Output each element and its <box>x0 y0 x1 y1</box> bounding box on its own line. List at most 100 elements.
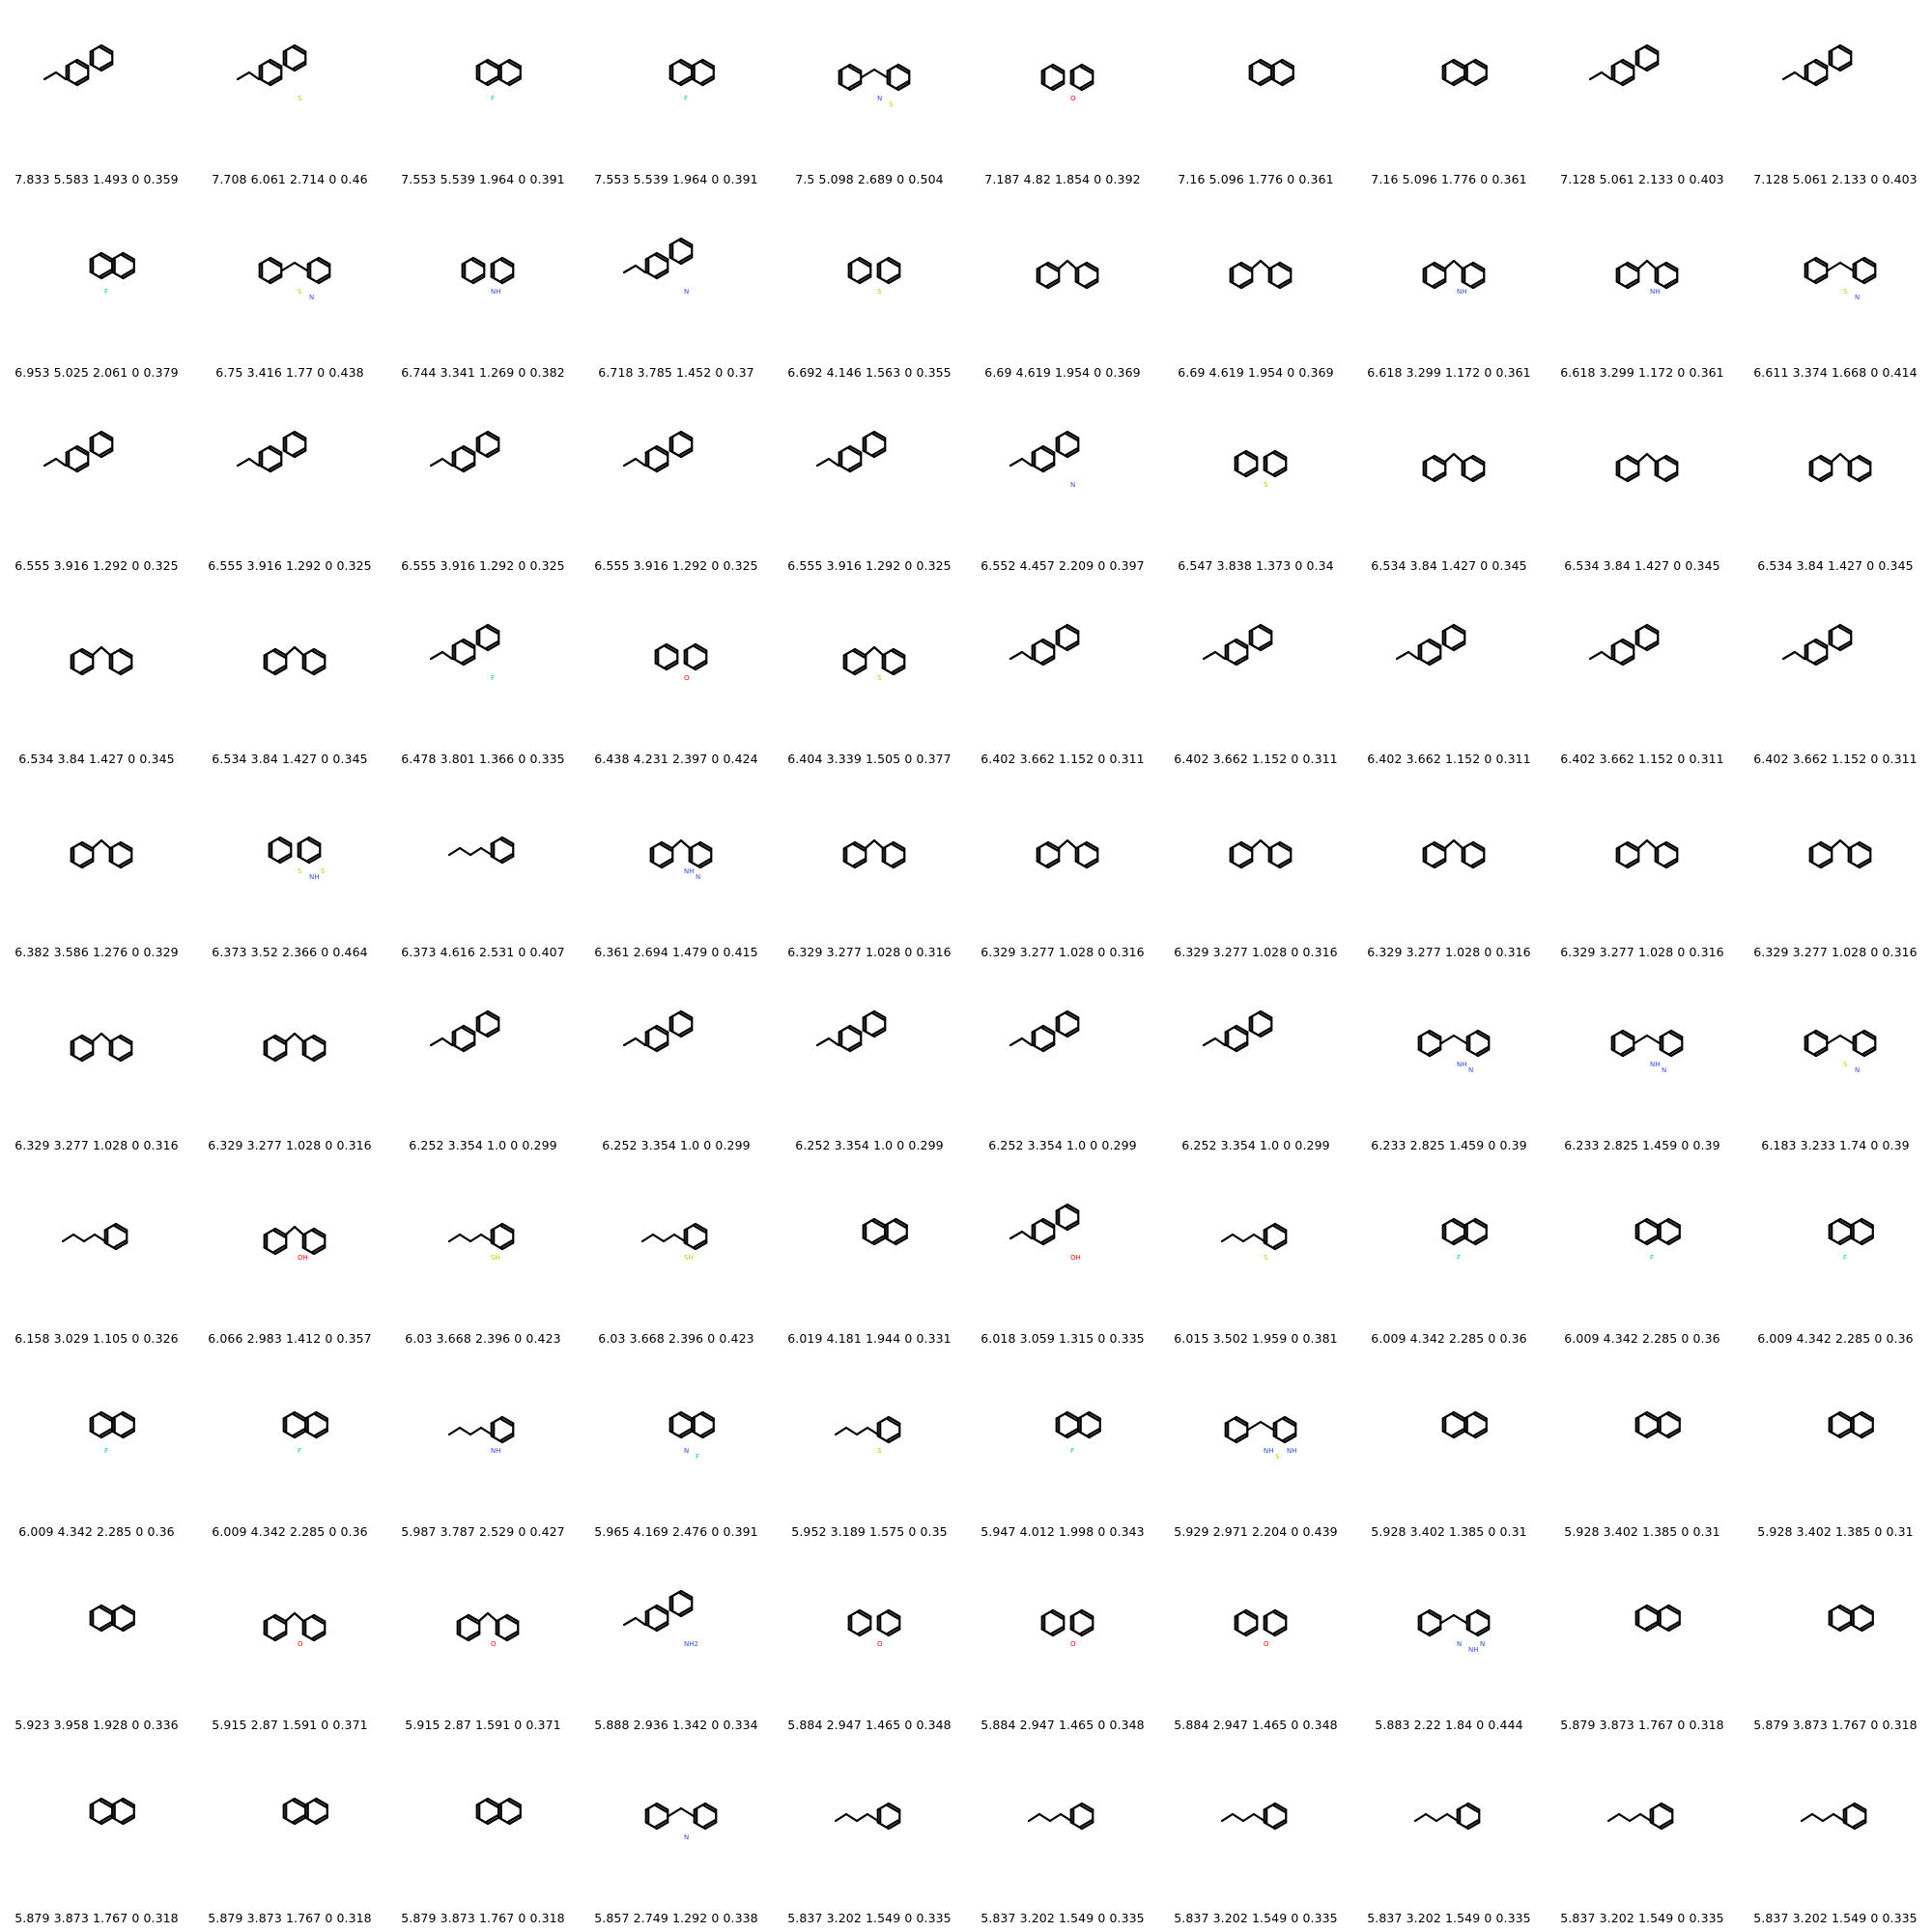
molecule-caption: 6.618 3.299 1.172 0 0.361 <box>1560 365 1724 380</box>
molecule-caption: 5.947 4.012 1.998 0 0.343 <box>980 1524 1145 1539</box>
molecule-caption: 6.009 4.342 2.285 0 0.36 <box>1564 1331 1720 1346</box>
molecule-cell: 6.402 3.662 1.152 0 0.311 <box>1352 580 1546 773</box>
molecule-caption: 6.252 3.354 1.0 0 0.299 <box>1181 1138 1330 1152</box>
diarylmethane-molecule-icon <box>1036 259 1099 290</box>
ethyl-diphenylmethane-molecule-icon <box>70 645 133 676</box>
molecule-caption: 6.534 3.84 1.427 0 0.345 <box>18 752 175 766</box>
molecule-cell: 6.252 3.354 1.0 0 0.299 <box>386 966 580 1159</box>
propenyl-naphthalene-molecule-icon <box>282 1797 328 1826</box>
molecule-cell: SH 6.03 3.668 2.396 0 0.423 <box>386 1159 580 1352</box>
atom-label: N <box>309 294 314 301</box>
atom-label: N <box>1457 1640 1462 1648</box>
molecule-cell: 5.879 3.873 1.767 0 0.318 <box>1546 1546 1739 1739</box>
thiol-chain-benzene-molecule-icon: SH <box>447 1222 515 1262</box>
molecule-caption: 6.718 3.785 1.452 0 0.37 <box>598 365 754 380</box>
atom-label: S <box>321 867 326 875</box>
thioether-pyridine-molecule-icon: SN <box>258 256 331 301</box>
diphenylmethane-molecule-icon <box>263 1032 327 1063</box>
molecule-caption: 5.837 3.202 1.549 0 0.335 <box>1560 1911 1724 1925</box>
molecule-caption: 5.929 2.971 2.204 0 0.439 <box>1174 1524 1338 1539</box>
molecule-caption: 6.019 4.181 1.944 0 0.331 <box>787 1331 952 1346</box>
anilinopyridine-molecule-icon: NHN <box>1610 1029 1684 1074</box>
atom-label: N <box>684 1833 689 1841</box>
molecule-caption: 6.329 3.277 1.028 0 0.316 <box>787 945 952 959</box>
molecule-caption: 5.837 3.202 1.549 0 0.335 <box>980 1911 1145 1925</box>
atom-label: F <box>1457 1254 1461 1262</box>
atom-label: F <box>696 1453 699 1461</box>
molecule-cell: S NH S 6.373 3.52 2.366 0 0.464 <box>193 773 386 966</box>
molecule-cell: 6.252 3.354 1.0 0 0.299 <box>773 966 966 1159</box>
atom-label: N <box>1468 1066 1473 1074</box>
molecule-caption: 6.252 3.354 1.0 0 0.299 <box>602 1138 751 1152</box>
molecule-cell: F 7.553 5.539 1.964 0 0.391 <box>386 0 580 193</box>
molecule-caption: 5.915 2.87 1.591 0 0.371 <box>212 1718 368 1732</box>
diaryl-ether-molecule-icon: O <box>1040 63 1094 102</box>
molecule-caption: 7.5 5.098 2.689 0 0.504 <box>795 172 944 186</box>
molecule-cell: 7.833 5.583 1.493 0 0.359 <box>0 0 193 193</box>
molecule-caption: 6.03 3.668 2.396 0 0.423 <box>598 1331 754 1346</box>
atom-label: S <box>1843 1061 1848 1068</box>
molecule-cell: N F 5.965 4.169 2.476 0 0.391 <box>580 1352 773 1546</box>
molecule-caption: 5.879 3.873 1.767 0 0.318 <box>208 1911 372 1925</box>
atom-label: SH <box>684 1254 694 1262</box>
molecule-caption: 6.555 3.916 1.292 0 0.325 <box>787 558 952 573</box>
ethylbiphenyl-molecule-icon <box>815 430 887 473</box>
molecule-caption: 7.187 4.82 1.854 0 0.392 <box>984 172 1141 186</box>
hydroxybiphenyl-molecule-icon: OH <box>1009 1203 1081 1262</box>
propenyl-fluoromethylnaphthalene-molecule-icon: F <box>282 1410 328 1455</box>
molecule-cell: 6.329 3.277 1.028 0 0.316 <box>966 773 1159 966</box>
molecule-caption: 6.252 3.354 1.0 0 0.299 <box>795 1138 944 1152</box>
atom-label: NH <box>1650 288 1661 296</box>
molecule-caption: 6.402 3.662 1.152 0 0.311 <box>1560 752 1724 766</box>
propenyl-fluoromethylnaphthalene-molecule-icon: F <box>89 1410 135 1455</box>
molecule-cell: N S 7.5 5.098 2.689 0 0.504 <box>773 0 966 193</box>
molecule-caption: 6.158 3.029 1.105 0 0.326 <box>14 1331 179 1346</box>
diphenylmethane-molecule-icon <box>1808 838 1872 869</box>
atom-label: NH <box>684 867 695 875</box>
diaryl-sulfide-molecule-icon: S <box>847 256 901 296</box>
atom-label: N <box>1662 1066 1666 1074</box>
molecule-cell: 6.555 3.916 1.292 0 0.325 <box>580 386 773 580</box>
molecule-caption: 6.75 3.416 1.77 0 0.438 <box>215 365 364 380</box>
phenylthiopyridine-molecule-icon: SN <box>1804 1029 1877 1074</box>
molecule-caption: 6.552 4.457 2.209 0 0.397 <box>980 558 1145 573</box>
molecule-caption: 5.837 3.202 1.549 0 0.335 <box>787 1911 952 1925</box>
atom-label: N <box>877 95 882 102</box>
naphthyl-allyl-benzene-molecule-icon <box>1248 58 1294 87</box>
atom-label: OH <box>298 1254 308 1262</box>
molecule-caption: 6.382 3.586 1.276 0 0.329 <box>14 945 179 959</box>
molecule-caption: 7.833 5.583 1.493 0 0.359 <box>14 172 179 186</box>
molecule-caption: 6.252 3.354 1.0 0 0.299 <box>409 1138 557 1152</box>
propenyl-naphthalene-molecule-icon <box>1634 1604 1681 1633</box>
molecule-cell: 5.879 3.873 1.767 0 0.318 <box>0 1739 193 1932</box>
molecule-cell: 5.879 3.873 1.767 0 0.318 <box>1739 1546 1932 1739</box>
atom-label: S <box>298 867 302 875</box>
molecule-caption: 7.16 5.096 1.776 0 0.361 <box>1178 172 1334 186</box>
benzylthiophene-molecule-icon: S <box>842 645 906 682</box>
propenyl-fluoromethylnaphthalene-molecule-icon: F <box>1828 1217 1874 1262</box>
alkoxy-styrene-molecule-icon: O <box>654 642 708 682</box>
benzylphenol-molecule-icon: OH <box>263 1225 327 1262</box>
molecule-cell: 5.928 3.402 1.385 0 0.31 <box>1352 1352 1546 1546</box>
molecule-cell: F 6.009 4.342 2.285 0 0.36 <box>1352 1159 1546 1352</box>
benzylaniline-molecule-icon: NH <box>1615 259 1679 296</box>
molecule-cell: OH 6.066 2.983 1.412 0 0.357 <box>193 1159 386 1352</box>
phenylfuran-molecule-icon: O <box>1040 1608 1094 1648</box>
molecule-cell: O 5.884 2.947 1.465 0 0.348 <box>1159 1546 1352 1739</box>
ethyl-diphenylmethane-molecule-icon <box>1615 452 1679 483</box>
diphenylmethane-molecule-icon <box>1036 838 1099 869</box>
molecule-caption: 5.987 3.787 2.529 0 0.427 <box>401 1524 565 1539</box>
molecule-cell: 6.555 3.916 1.292 0 0.325 <box>0 386 193 580</box>
molecule-cell: N NH N 5.883 2.22 1.84 0 0.444 <box>1352 1546 1546 1739</box>
diphenylmethane-molecule-icon <box>1422 838 1486 869</box>
molecule-cell: 6.329 3.277 1.028 0 0.316 <box>193 966 386 1159</box>
atom-label: S <box>889 100 894 108</box>
methylbiphenyl-molecule-icon <box>1588 623 1660 667</box>
ethylbiphenyl-molecule-icon <box>622 430 694 473</box>
molecule-cell: NH2 5.888 2.936 1.342 0 0.334 <box>580 1546 773 1739</box>
molecule-cell: NH N 6.233 2.825 1.459 0 0.39 <box>1352 966 1546 1159</box>
thiol-chain-benzene-molecule-icon: SH <box>640 1222 708 1262</box>
atom-label: F <box>104 288 108 296</box>
molecule-caption: 5.888 2.936 1.342 0 0.334 <box>594 1718 758 1732</box>
molecule-caption: 5.883 2.22 1.84 0 0.444 <box>1375 1718 1523 1732</box>
